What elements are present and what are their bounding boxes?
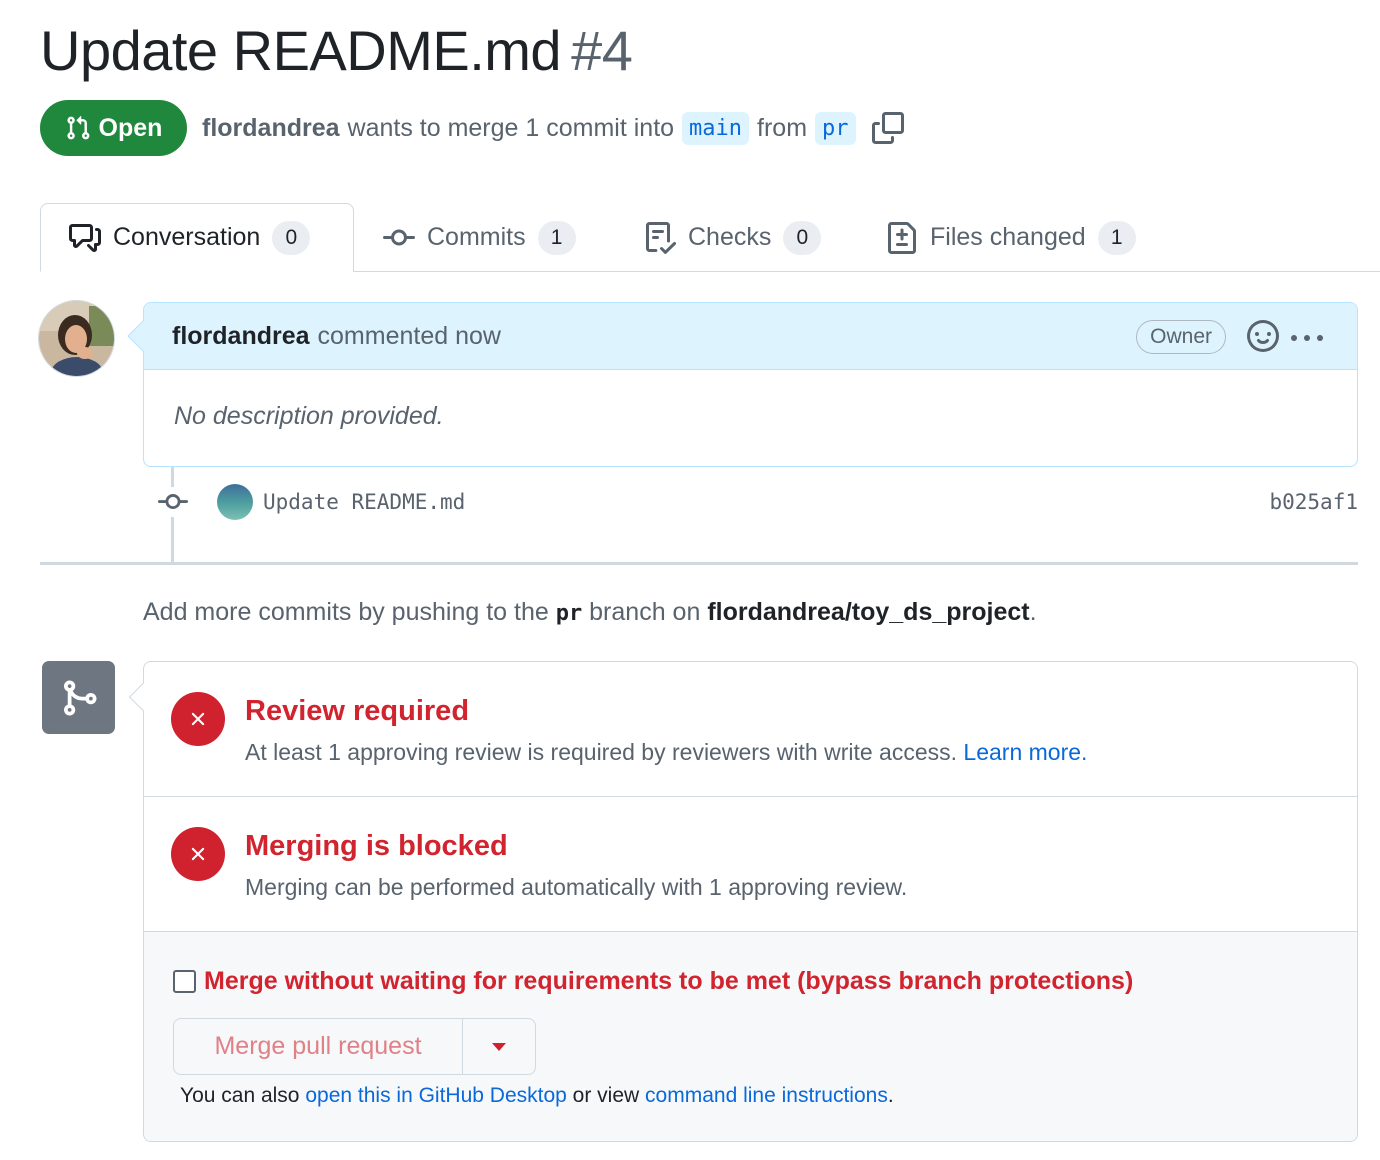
page-title: Update README.md #4: [40, 18, 633, 83]
review-required-text: At least 1 approving review is required …: [245, 739, 958, 765]
alternative-merge-note: You can also open this in GitHub Desktop…: [180, 1084, 894, 1108]
tab-commits[interactable]: Commits 1: [383, 203, 576, 272]
pr-title: Update README.md: [40, 19, 562, 82]
kebab-horizontal-icon[interactable]: [1291, 335, 1323, 341]
merge-status-icon-box: [42, 661, 115, 734]
merge-box: Review required At least 1 approving rev…: [128, 661, 1358, 1142]
timeline-divider: [40, 562, 1358, 565]
x-circle-icon: [171, 692, 225, 746]
merge-pull-request-button[interactable]: Merge pull request: [174, 1019, 463, 1074]
github-desktop-link[interactable]: open this in GitHub Desktop: [305, 1084, 566, 1107]
x-circle-icon: [171, 827, 225, 881]
tab-label: Files changed: [930, 223, 1086, 251]
git-pull-request-icon: [66, 115, 89, 140]
commit-author-avatar[interactable]: [217, 484, 253, 520]
git-commit-icon: [383, 229, 415, 245]
push-note-prefix: Add more commits by pushing to the: [143, 598, 549, 626]
comment-header: flordandrea commented now Owner: [127, 303, 1357, 370]
pr-meta: flordandrea wants to merge 1 commit into…: [202, 106, 904, 150]
comment-box: flordandrea commented now Owner No descr…: [127, 302, 1358, 467]
base-branch[interactable]: main: [682, 111, 750, 145]
comment-action[interactable]: commented now: [318, 322, 501, 351]
merge-method-dropdown[interactable]: [463, 1019, 535, 1074]
also-suffix: .: [887, 1084, 894, 1107]
or-view-text: or view: [572, 1084, 640, 1107]
tab-label: Conversation: [113, 223, 261, 251]
comment-caret: [127, 320, 159, 352]
tab-counter: 0: [783, 220, 822, 255]
bypass-option[interactable]: Merge without waiting for requirements t…: [173, 967, 1133, 996]
state-label: Open: [98, 113, 163, 142]
checklist-icon: [646, 221, 676, 254]
comment-author[interactable]: flordandrea: [172, 322, 310, 351]
push-note-suffix: .: [1029, 598, 1037, 626]
commit-message-link[interactable]: Update README.md: [263, 490, 465, 514]
head-branch[interactable]: pr: [815, 111, 856, 145]
comment-body: No description provided.: [174, 402, 444, 430]
tab-counter: 1: [1097, 220, 1136, 255]
smiley-icon[interactable]: [1247, 320, 1279, 352]
merging-blocked-title: Merging is blocked: [245, 830, 508, 862]
merge-button-group: Merge pull request: [173, 1018, 536, 1075]
merging-blocked-section: Merging is blocked Merging can be perfor…: [144, 797, 1357, 932]
tab-checks[interactable]: Checks 0: [644, 203, 822, 272]
bypass-label[interactable]: Merge without waiting for requirements t…: [204, 967, 1133, 996]
merging-blocked-desc: Merging can be performed automatically w…: [245, 874, 908, 900]
copy-icon[interactable]: [871, 112, 904, 144]
tab-label: Commits: [427, 223, 526, 251]
file-diff-icon: [888, 221, 916, 254]
tab-counter: 0: [272, 220, 311, 255]
push-note-middle: branch on: [589, 598, 701, 626]
owner-badge: Owner: [1136, 320, 1226, 354]
commit-sha-link[interactable]: b025af1: [1269, 490, 1358, 514]
merge-text: wants to merge 1 commit into: [347, 113, 675, 142]
also-prefix: You can also: [180, 1084, 300, 1107]
comment-discussion-icon: [69, 223, 101, 252]
push-note: Add more commits by pushing to the pr br…: [143, 598, 1037, 627]
review-required-title: Review required: [245, 695, 470, 727]
author-link[interactable]: flordandrea: [202, 114, 340, 143]
triangle-down-icon: [492, 1042, 506, 1051]
pr-number: #4: [571, 19, 633, 82]
merge-actions-section: Merge without waiting for requirements t…: [144, 932, 1357, 1141]
open-state-badge: Open: [40, 100, 187, 156]
push-note-branch: pr: [555, 601, 583, 626]
tab-counter: 1: [537, 220, 576, 255]
from-text: from: [757, 113, 808, 142]
bypass-checkbox[interactable]: [173, 970, 196, 993]
tab-label: Checks: [688, 223, 772, 251]
review-required-section: Review required At least 1 approving rev…: [144, 662, 1357, 797]
avatar-image: [39, 301, 114, 376]
tab-conversation[interactable]: Conversation 0: [40, 203, 354, 272]
tab-files-changed[interactable]: Files changed 1: [886, 203, 1136, 272]
git-commit-icon: [158, 487, 188, 517]
push-note-repo: flordandrea/toy_ds_project: [707, 598, 1030, 626]
review-required-desc: At least 1 approving review is required …: [245, 739, 1087, 766]
command-line-instructions-link[interactable]: command line instructions: [645, 1084, 888, 1107]
commit-item: Update README.md b025af1: [158, 482, 1358, 522]
avatar[interactable]: [38, 300, 115, 377]
git-merge-icon: [63, 680, 97, 715]
learn-more-link[interactable]: Learn more.: [963, 739, 1087, 765]
